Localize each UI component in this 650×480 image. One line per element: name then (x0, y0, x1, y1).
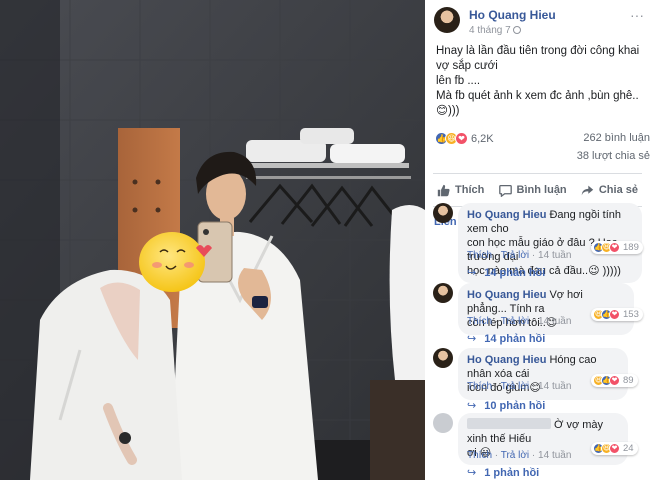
love-icon: ❤ (455, 132, 468, 145)
replies-count: 10 phản hồi (484, 399, 546, 412)
post-text-line: lên fb .... (436, 75, 481, 87)
comment-like-link[interactable]: Thích (467, 316, 492, 327)
share-button-label: Chia sẻ (598, 184, 638, 196)
reply-arrow-icon: ↪ (467, 267, 477, 279)
view-replies-link[interactable]: ↪ 10 phản hồi (467, 399, 546, 413)
view-replies-link[interactable]: ↪ 1 phản hồi (467, 466, 540, 480)
comment-reactions[interactable]: 😆 👍 ❤ 153 (591, 308, 643, 321)
love-icon: ❤ (609, 443, 620, 454)
post-text: Hnay là lần đầu tiên trong đời công khai… (425, 44, 650, 119)
more-icon[interactable]: ··· (630, 7, 644, 23)
comment-meta: Thích · Trả lời · 14 tuần (467, 316, 572, 327)
comment-reply-link[interactable]: Trả lời (501, 250, 529, 261)
comment-button-label: Bình luận (516, 184, 567, 196)
like-button-label: Thích (455, 184, 485, 196)
replies-count: 14 phản hồi (484, 332, 546, 345)
post-time-text: 4 tháng 7 (469, 25, 511, 36)
comment-reaction-count: 189 (623, 242, 639, 253)
comment-icon (498, 184, 512, 197)
post-text-line: Mà fb quét ảnh k xem đc ảnh ,bùn ghê..😊)… (436, 90, 639, 117)
author-name-link[interactable]: Ho Quang Hieu (469, 8, 556, 22)
comment-reaction-count: 24 (623, 443, 634, 454)
commenter-name-link[interactable]: Ho Quang Hieu (467, 289, 546, 301)
author-avatar[interactable] (434, 7, 460, 33)
comment-like-link[interactable]: Thích (467, 450, 492, 461)
love-icon: ❤ (609, 242, 620, 253)
comment-button[interactable]: Bình luận (495, 184, 571, 197)
mirror-selfie-image (0, 0, 425, 480)
comment-time[interactable]: 14 tuần (538, 316, 571, 327)
comment-meta: Thích · Trả lời · 14 tuần (467, 381, 572, 392)
love-icon: ❤ (609, 375, 620, 386)
view-replies-link[interactable]: ↪ 14 phản hồi (467, 332, 546, 346)
replies-count: 1 phản hồi (484, 466, 540, 479)
like-button[interactable]: Thích (433, 184, 488, 197)
share-icon (581, 185, 594, 195)
reply-arrow-icon: ↪ (467, 467, 477, 479)
commenter-name-blurred[interactable] (467, 418, 551, 429)
comment-reply-link[interactable]: Trả lời (501, 316, 529, 327)
comment-meta: Thích · Trả lời · 14 tuần (467, 250, 572, 261)
love-icon: ❤ (609, 309, 620, 320)
reactions-count: 6,2K (471, 132, 494, 145)
comment-reaction-count: 153 (623, 309, 639, 320)
comment-reactions[interactable]: 👍 😆 ❤ 24 (591, 442, 638, 455)
commenter-avatar[interactable] (433, 283, 453, 303)
comment-reply-link[interactable]: Trả lời (501, 381, 529, 392)
comment-time[interactable]: 14 tuần (538, 250, 571, 261)
commenter-avatar[interactable] (433, 203, 453, 223)
view-replies-link[interactable]: ↪ 14 phản hồi (467, 266, 546, 280)
comment-like-link[interactable]: Thích (467, 250, 492, 261)
post-actions-bar: Thích Bình luận Chia sẻ (433, 173, 642, 207)
post-detail-panel: Ho Quang Hieu 4 tháng 7 ··· Hnay là lần … (425, 0, 650, 480)
comment-meta: Thích · Trả lời · 14 tuần (467, 450, 572, 461)
comment-reply-link[interactable]: Trả lời (501, 450, 529, 461)
reply-arrow-icon: ↪ (467, 333, 477, 345)
post-timestamp[interactable]: 4 tháng 7 (469, 25, 521, 36)
commenter-name-link[interactable]: Ho Quang Hieu (467, 209, 546, 221)
shares-count-link[interactable]: 38 lượt chia sẻ (577, 150, 650, 162)
commenter-avatar-blurred[interactable] (433, 413, 453, 433)
post-photo[interactable] (0, 0, 425, 480)
comment-time[interactable]: 14 tuần (538, 450, 571, 461)
post-header: Ho Quang Hieu 4 tháng 7 ··· (425, 0, 650, 44)
post-stats: 👍 😆 ❤ 6,2K 262 bình luận 38 lượt chia sẻ (425, 129, 650, 173)
comment-reactions[interactable]: 👍 😆 ❤ 189 (591, 241, 643, 254)
commenter-avatar[interactable] (433, 348, 453, 368)
globe-icon (512, 26, 521, 34)
comment-reactions[interactable]: 😆 👍 ❤ 89 (591, 374, 638, 387)
like-icon (437, 184, 450, 196)
share-button[interactable]: Chia sẻ (577, 184, 642, 197)
comments-count-link[interactable]: 262 bình luận (583, 132, 650, 144)
comment-reaction-count: 89 (623, 375, 634, 386)
post-text-line: Hnay là lần đầu tiên trong đời công khai… (436, 45, 640, 72)
reply-arrow-icon: ↪ (467, 400, 477, 412)
replies-count: 14 phản hồi (484, 266, 546, 279)
commenter-name-link[interactable]: Ho Quang Hieu (467, 354, 546, 366)
comment-time[interactable]: 14 tuần (538, 381, 571, 392)
comment-like-link[interactable]: Thích (467, 381, 492, 392)
reactions-summary[interactable]: 👍 😆 ❤ 6,2K (435, 132, 494, 145)
